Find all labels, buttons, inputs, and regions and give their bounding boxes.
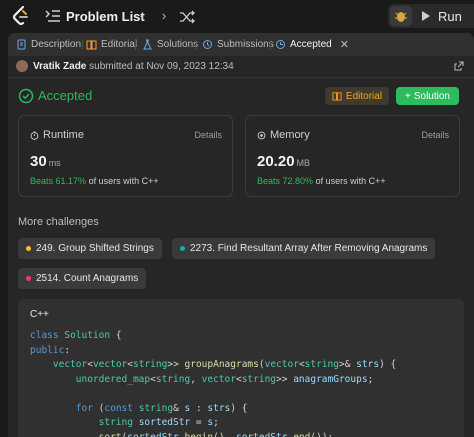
status-title: Accepted bbox=[38, 88, 93, 103]
play-icon bbox=[422, 11, 430, 21]
memory-unit: MB bbox=[296, 158, 311, 168]
solution-button[interactable]: + Solution bbox=[396, 87, 459, 105]
editorial-button[interactable]: Editorial bbox=[325, 87, 389, 105]
book-icon bbox=[86, 40, 97, 50]
user-name[interactable]: Vratik Zade bbox=[33, 61, 86, 72]
tab-bar: Description Editorial Solutions Submissi… bbox=[8, 33, 474, 56]
clock-icon bbox=[276, 40, 285, 49]
flask-icon bbox=[143, 39, 152, 50]
chevron-right-icon[interactable]: › bbox=[156, 8, 172, 24]
submission-info: Vratik Zade submitted at Nov 09, 2023 12… bbox=[8, 56, 474, 78]
run-button[interactable]: Run bbox=[414, 6, 472, 26]
code-block: class Solution { public: vector<vector<s… bbox=[30, 330, 397, 437]
plus-icon: + bbox=[405, 90, 411, 102]
challenge-chip[interactable]: 2273. Find Resultant Array After Removin… bbox=[172, 238, 436, 259]
tab-editorial[interactable]: Editorial bbox=[86, 37, 137, 52]
runtime-value: 30 bbox=[30, 153, 47, 170]
runtime-beats: Beats 61.17% bbox=[30, 176, 87, 186]
avatar[interactable] bbox=[16, 60, 28, 72]
runtime-card[interactable]: Runtime Details 30 ms Beats 61.17% of use… bbox=[18, 115, 233, 197]
tab-accepted[interactable]: Accepted ✕ bbox=[275, 37, 349, 52]
timer-icon bbox=[30, 130, 39, 140]
memory-icon bbox=[257, 131, 266, 139]
debug-button[interactable] bbox=[390, 6, 412, 26]
difficulty-dot bbox=[26, 246, 31, 251]
submission-time: submitted at Nov 09, 2023 12:34 bbox=[89, 61, 234, 72]
memory-beats-suffix: of users with C++ bbox=[315, 176, 386, 186]
problem-list-link[interactable]: Problem List bbox=[66, 9, 145, 24]
runtime-beats-suffix: of users with C++ bbox=[88, 176, 159, 186]
more-challenges-title: More challenges bbox=[18, 216, 99, 228]
list-icon[interactable] bbox=[45, 9, 61, 23]
description-icon bbox=[17, 39, 26, 50]
tab-divider bbox=[82, 39, 83, 50]
memory-value: 20.20 bbox=[257, 153, 295, 170]
memory-card[interactable]: Memory Details 20.20 MB Beats 72.80% of u… bbox=[245, 115, 460, 197]
tab-submissions[interactable]: Submissions bbox=[202, 37, 274, 52]
history-icon bbox=[203, 40, 212, 49]
submission-panel: Description Editorial Solutions Submissi… bbox=[8, 33, 474, 437]
run-controls: Run bbox=[388, 4, 474, 28]
memory-details-link[interactable]: Details bbox=[421, 130, 449, 140]
check-circle-icon bbox=[18, 88, 34, 104]
runtime-label: Runtime bbox=[43, 129, 84, 141]
tab-description[interactable]: Description bbox=[16, 37, 81, 52]
close-icon[interactable]: ✕ bbox=[340, 38, 349, 51]
run-label: Run bbox=[438, 8, 462, 24]
difficulty-dot bbox=[180, 246, 185, 251]
tab-divider bbox=[270, 39, 271, 50]
memory-label: Memory bbox=[270, 129, 310, 141]
logo-icon[interactable] bbox=[12, 6, 30, 26]
challenge-chip[interactable]: 2514. Count Anagrams bbox=[18, 268, 147, 289]
code-viewer[interactable]: C++ class Solution { public: vector<vect… bbox=[18, 299, 464, 437]
chevron-left-icon[interactable]: ‹ bbox=[134, 8, 150, 24]
code-language: C++ bbox=[30, 309, 49, 320]
difficulty-dot bbox=[26, 276, 31, 281]
tab-divider bbox=[135, 39, 136, 50]
runtime-details-link[interactable]: Details bbox=[194, 130, 222, 140]
tab-divider bbox=[195, 39, 196, 50]
runtime-unit: ms bbox=[48, 158, 61, 168]
challenge-chip[interactable]: 249. Group Shifted Strings bbox=[18, 238, 162, 259]
book-icon bbox=[332, 92, 342, 101]
shuffle-icon[interactable] bbox=[179, 9, 195, 25]
tab-solutions[interactable]: Solutions bbox=[142, 37, 198, 52]
top-bar: Problem List ‹ › Run bbox=[0, 0, 474, 32]
memory-beats: Beats 72.80% bbox=[257, 176, 314, 186]
debug-icon bbox=[395, 12, 407, 22]
share-icon[interactable] bbox=[454, 61, 464, 71]
